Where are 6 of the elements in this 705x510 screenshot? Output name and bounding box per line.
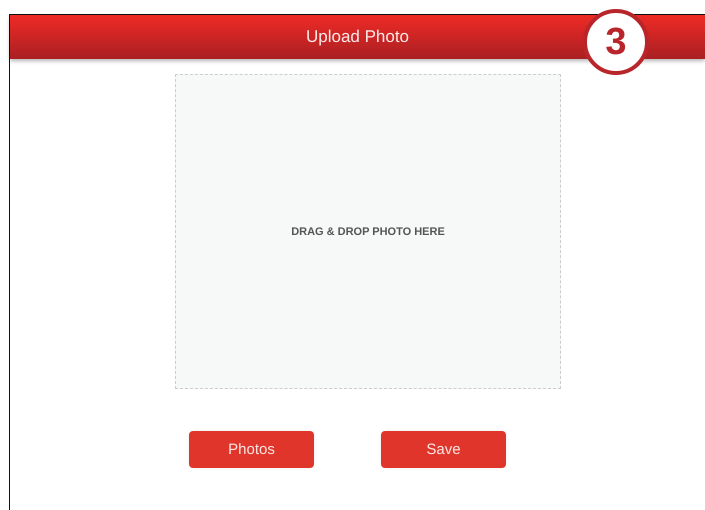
- save-button[interactable]: Save: [381, 431, 506, 468]
- drop-zone[interactable]: DRAG & DROP PHOTO HERE: [175, 74, 561, 389]
- photos-button[interactable]: Photos: [189, 431, 314, 468]
- drop-zone-label: DRAG & DROP PHOTO HERE: [291, 226, 445, 238]
- step-badge: 3: [583, 9, 649, 75]
- header-title: Upload Photo: [306, 27, 410, 47]
